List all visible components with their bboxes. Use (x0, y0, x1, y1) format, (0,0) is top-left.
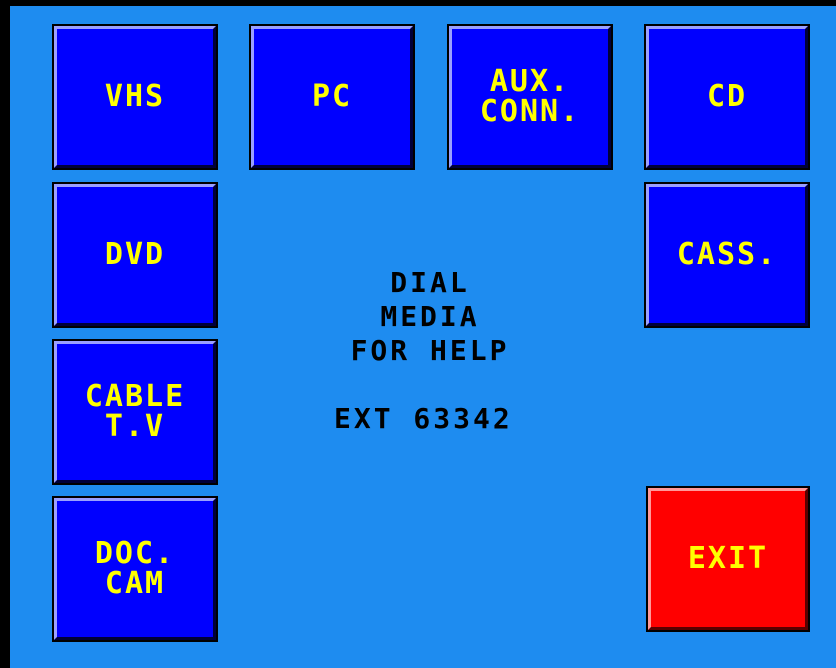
cd-button[interactable]: CD (646, 26, 808, 168)
help-line-for-help: FOR HELP (350, 334, 510, 367)
doccam-label-line-2: CAM (104, 566, 166, 601)
cable-tv-button-label: CABLE T.V (85, 382, 185, 442)
exit-button-label: EXIT (688, 544, 768, 574)
doccam-label-line-1: DOC. (94, 536, 176, 571)
aux-label-line-1: AUX. (489, 64, 571, 99)
help-line-media: MEDIA (380, 300, 480, 333)
control-panel-screen: VHS PC AUX. CONN. CD DVD CASS. CABLE T.V (10, 6, 836, 668)
dvd-label-line-1: DVD (104, 237, 166, 272)
exit-label-line-1: EXIT (687, 541, 769, 576)
cable-label-line-2: T.V (104, 409, 166, 444)
cass-button[interactable]: CASS. (646, 184, 808, 326)
cd-button-label: CD (707, 82, 747, 112)
aux-conn-button[interactable]: AUX. CONN. (449, 26, 611, 168)
cass-button-label: CASS. (677, 240, 777, 270)
help-message: DIAL MEDIA FOR HELP (310, 266, 550, 368)
vhs-label-line-1: VHS (104, 79, 166, 114)
doc-cam-button[interactable]: DOC. CAM (54, 498, 216, 640)
pc-label-line-1: PC (311, 79, 353, 114)
dvd-button-label: DVD (105, 240, 165, 270)
pc-button-label: PC (312, 82, 352, 112)
help-extension: EXT 63342 (334, 402, 513, 435)
dvd-button[interactable]: DVD (54, 184, 216, 326)
pc-button[interactable]: PC (251, 26, 413, 168)
exit-button[interactable]: EXIT (648, 488, 808, 630)
aux-conn-button-label: AUX. CONN. (480, 67, 580, 127)
cable-label-line-1: CABLE (84, 379, 186, 414)
doc-cam-button-label: DOC. CAM (95, 539, 175, 599)
cd-label-line-1: CD (706, 79, 748, 114)
vhs-button[interactable]: VHS (54, 26, 216, 168)
cass-label-line-1: CASS. (676, 237, 778, 272)
cable-tv-button[interactable]: CABLE T.V (54, 341, 216, 483)
aux-label-line-2: CONN. (479, 94, 581, 129)
vhs-button-label: VHS (105, 82, 165, 112)
help-line-dial: DIAL (390, 266, 470, 299)
